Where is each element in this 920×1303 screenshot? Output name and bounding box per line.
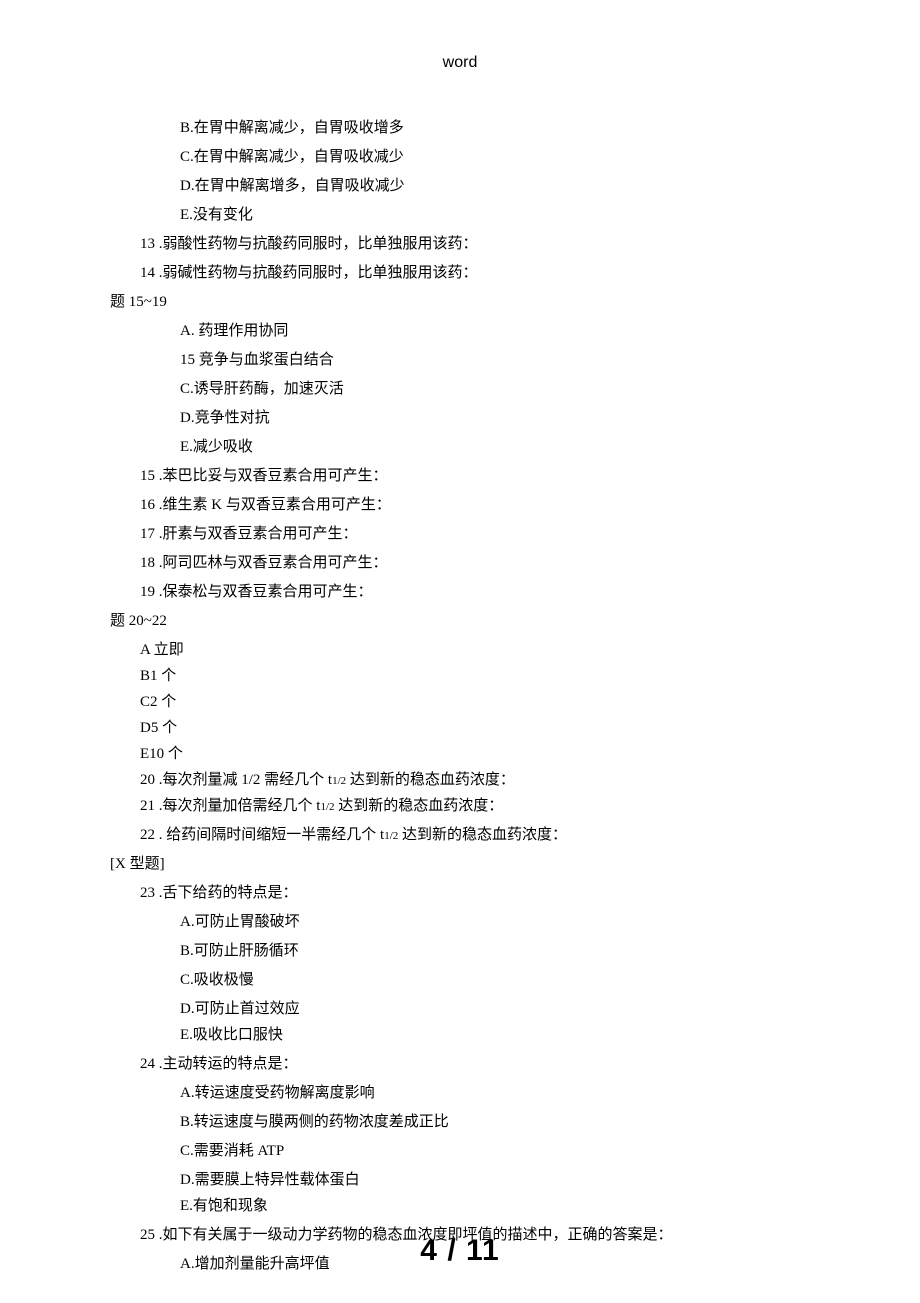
text-line: 题 15~19 bbox=[110, 290, 810, 314]
text-line: 21 .每次剂量加倍需经几个 t1/2 达到新的稳态血药浓度： bbox=[110, 794, 810, 818]
text-line: E.吸收比口服快 bbox=[110, 1023, 810, 1047]
text-line: 14 .弱碱性药物与抗酸药同服时，比单独服用该药： bbox=[110, 261, 810, 285]
text-line: B.在胃中解离减少，自胃吸收增多 bbox=[110, 116, 810, 140]
text-line: 20 .每次剂量减 1/2 需经几个 t1/2 达到新的稳态血药浓度： bbox=[110, 768, 810, 792]
text-line: A.可防止胃酸破坏 bbox=[110, 910, 810, 934]
text-line: E.有饱和现象 bbox=[110, 1194, 810, 1218]
text-line: C2 个 bbox=[110, 690, 810, 714]
text-line: 15 竞争与血浆蛋白结合 bbox=[110, 348, 810, 372]
text-line: 题 20~22 bbox=[110, 609, 810, 633]
page-header: word bbox=[110, 50, 810, 76]
text-line: C.诱导肝药酶，加速灭活 bbox=[110, 377, 810, 401]
text-line: E10 个 bbox=[110, 742, 810, 766]
text-line: A 立即 bbox=[110, 638, 810, 662]
text-line: 19 .保泰松与双香豆素合用可产生： bbox=[110, 580, 810, 604]
document-body: B.在胃中解离减少，自胃吸收增多 C.在胃中解离减少，自胃吸收减少 D.在胃中解离增… bbox=[110, 116, 810, 1276]
text-line: 17 .肝素与双香豆素合用可产生： bbox=[110, 522, 810, 546]
text-line: D.在胃中解离增多，自胃吸收减少 bbox=[110, 174, 810, 198]
text-line: D.可防止首过效应 bbox=[110, 997, 810, 1021]
text-line: D5 个 bbox=[110, 716, 810, 740]
text-line: D.竞争性对抗 bbox=[110, 406, 810, 430]
text-line: D.需要膜上特异性载体蛋白 bbox=[110, 1168, 810, 1192]
text-line: 22 . 给药间隔时间缩短一半需经几个 t1/2 达到新的稳态血药浓度： bbox=[110, 823, 810, 847]
text-line: 24 .主动转运的特点是： bbox=[110, 1052, 810, 1076]
text-line: 13 .弱酸性药物与抗酸药同服时，比单独服用该药： bbox=[110, 232, 810, 256]
text-line: C.需要消耗 ATP bbox=[110, 1139, 810, 1163]
text-line: [X 型题] bbox=[110, 852, 810, 876]
page-number: 4 / 11 bbox=[0, 1234, 920, 1268]
text-line: 15 .苯巴比妥与双香豆素合用可产生： bbox=[110, 464, 810, 488]
text-line: E.减少吸收 bbox=[110, 435, 810, 459]
text-line: B1 个 bbox=[110, 664, 810, 688]
text-line: B.可防止肝肠循环 bbox=[110, 939, 810, 963]
text-line: 18 .阿司匹林与双香豆素合用可产生： bbox=[110, 551, 810, 575]
text-line: B.转运速度与膜两侧的药物浓度差成正比 bbox=[110, 1110, 810, 1134]
text-line: 23 .舌下给药的特点是： bbox=[110, 881, 810, 905]
text-line: A.转运速度受药物解离度影响 bbox=[110, 1081, 810, 1105]
text-line: C.在胃中解离减少，自胃吸收减少 bbox=[110, 145, 810, 169]
text-line: E.没有变化 bbox=[110, 203, 810, 227]
text-line: 16 .维生素 K 与双香豆素合用可产生： bbox=[110, 493, 810, 517]
text-line: C.吸收极慢 bbox=[110, 968, 810, 992]
text-line: A. 药理作用协同 bbox=[110, 319, 810, 343]
